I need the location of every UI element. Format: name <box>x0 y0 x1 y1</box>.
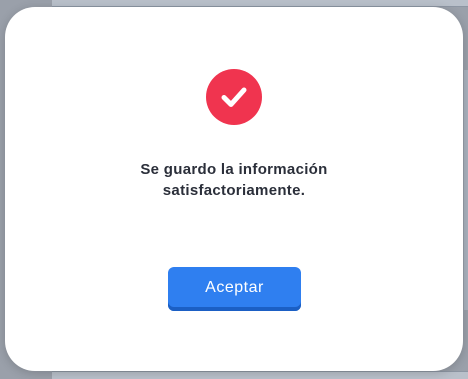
background-panel-top <box>52 0 468 7</box>
success-message: Se guardo la información satisfactoriame… <box>5 159 463 201</box>
message-line-2: satisfactoriamente. <box>162 182 306 199</box>
success-dialog: Se guardo la información satisfactoriame… <box>5 7 463 371</box>
background-panel-bottom <box>52 371 468 379</box>
checkmark-icon <box>221 87 247 107</box>
background-panel-right <box>464 70 468 310</box>
check-circle-icon <box>206 69 262 125</box>
message-line-1: Se guardo la información <box>140 161 328 178</box>
accept-button[interactable]: Aceptar <box>168 267 301 311</box>
